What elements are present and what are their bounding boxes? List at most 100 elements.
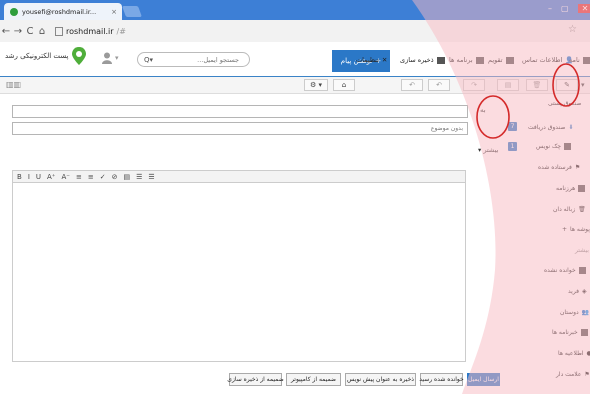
- sidebar-item-alerts[interactable]: اطلاعیه ها ●: [558, 350, 590, 357]
- bold-button[interactable]: B: [17, 173, 22, 181]
- trash-icon: 🗑: [578, 206, 586, 213]
- nav-storage[interactable]: ذخیره سازی: [400, 56, 445, 64]
- subject-field[interactable]: [12, 122, 468, 135]
- logo[interactable]: پست الکترونیکی رشد: [5, 47, 86, 65]
- search-icon[interactable]: Q▾: [144, 56, 153, 64]
- friends-icon: 👥: [581, 309, 590, 316]
- close-window-icon[interactable]: ✕: [577, 4, 590, 13]
- message-body-editor[interactable]: [12, 183, 466, 362]
- save-draft-button[interactable]: ذخیره به عنوان پیش نویس: [345, 373, 416, 386]
- inbox-icon: ⬇: [568, 124, 574, 131]
- sidebar-tagged-label: علامت دار: [556, 371, 582, 378]
- alert-icon: ●: [586, 350, 590, 357]
- browser-tab[interactable]: yousefi@roshdmail.ir... ×: [4, 3, 122, 20]
- sidebar-item-drafts[interactable]: چک نویس: [536, 143, 572, 150]
- unread-icon: [578, 267, 586, 274]
- reply-button[interactable]: ↶: [401, 79, 423, 91]
- calendar-icon: [505, 56, 514, 64]
- forward-arrow-icon[interactable]: →: [12, 26, 24, 37]
- user-menu[interactable]: ▾: [102, 52, 119, 64]
- user-avatar-icon: [102, 52, 112, 64]
- sidebar-item-tagged[interactable]: علامت دار ⚑: [556, 371, 590, 378]
- sidebar-item-friends[interactable]: دوستان 👥: [560, 309, 589, 316]
- sidebar-alerts-label: اطلاعیه ها: [558, 350, 584, 357]
- sidebar-inbox-label: صندوق دریافت: [528, 124, 566, 131]
- align-right-button[interactable]: ≡: [88, 173, 94, 181]
- sidebar-item-spam[interactable]: هرزنامه: [556, 185, 586, 192]
- sidebar-more[interactable]: بیشتر: [575, 247, 589, 254]
- home-view-button[interactable]: ⌂: [333, 79, 355, 91]
- attach-storage-button[interactable]: ضمیمه از ذخیره سازی: [227, 373, 284, 386]
- sidebar-item-flagged[interactable]: فرید ◈: [568, 288, 587, 295]
- to-input[interactable]: [13, 106, 467, 117]
- italic-button[interactable]: I: [28, 173, 30, 181]
- font-increase-button[interactable]: A⁺: [47, 173, 55, 181]
- sidebar-flagged-label: فرید: [568, 288, 579, 295]
- drafts-icon: [564, 143, 572, 150]
- programs-icon: [475, 56, 484, 64]
- numbered-list-button[interactable]: ☰: [148, 173, 154, 181]
- archive-button[interactable]: ▤: [497, 79, 519, 91]
- sidebar-friends-label: دوستان: [560, 309, 579, 316]
- tag-icon: ◈: [582, 288, 587, 295]
- url-hash: /#: [116, 26, 126, 36]
- add-folder-icon[interactable]: +: [562, 226, 567, 233]
- attach-computer-button[interactable]: ضمیمه از کامپیوتر: [286, 373, 341, 386]
- sidebar-item-unread[interactable]: خوانده نشده: [544, 267, 586, 274]
- nav-settings[interactable]: تنظیمات ✕: [356, 56, 387, 64]
- nav-programs-label: برنامه ها: [449, 56, 473, 64]
- forward-button[interactable]: ↷: [463, 79, 485, 91]
- read-receipt-button[interactable]: خوانده شده رسید: [419, 373, 464, 386]
- sidebar-item-newsletters[interactable]: خبرنامه ها: [552, 329, 588, 336]
- check-button[interactable]: ✓: [100, 173, 106, 181]
- reload-icon[interactable]: C: [24, 26, 36, 37]
- tab-close-icon[interactable]: ×: [111, 8, 117, 16]
- search-input[interactable]: [157, 54, 242, 65]
- spam-icon: [578, 185, 586, 192]
- chevron-down-icon: ▾: [115, 54, 119, 62]
- bookmark-star-icon[interactable]: ☆: [568, 24, 577, 35]
- layout-toggle-icon[interactable]: ▥▥: [6, 80, 21, 89]
- sidebar-item-folders[interactable]: + پوشه ها: [562, 226, 590, 233]
- maximize-icon[interactable]: ▢: [561, 4, 569, 13]
- nav-storage-label: ذخیره سازی: [400, 56, 434, 64]
- home-icon[interactable]: ⌂: [36, 26, 48, 37]
- sidebar-item-sent[interactable]: فرستاده شده ⚑: [538, 164, 580, 171]
- tab-title: yousefi@roshdmail.ir...: [22, 7, 97, 16]
- align-left-button[interactable]: ≡: [76, 173, 82, 181]
- image-button[interactable]: ▤: [123, 173, 130, 181]
- reply-all-button[interactable]: ↶: [428, 79, 450, 91]
- sidebar-newsletters-label: خبرنامه ها: [552, 329, 578, 336]
- to-field[interactable]: [12, 105, 468, 118]
- sent-icon: ⚑: [574, 164, 581, 171]
- back-arrow-icon[interactable]: ←: [0, 26, 12, 37]
- compose-pencil-button[interactable]: ✎: [556, 79, 578, 91]
- options-gear-button[interactable]: ⚙ ▾: [304, 79, 328, 91]
- nav-programs[interactable]: برنامه ها: [449, 56, 484, 64]
- nav-contacts-label: اطلاعات تماس: [522, 56, 563, 64]
- sidebar-item-inbox[interactable]: صندوق دریافت ⬇: [528, 124, 573, 131]
- subject-input[interactable]: [13, 123, 467, 134]
- address-bar[interactable]: roshdmail.ir/#: [55, 24, 555, 38]
- delete-button[interactable]: 🗑: [526, 79, 548, 91]
- more-options-toggle[interactable]: ▾ بیشتر: [478, 146, 498, 154]
- site-favicon-icon: [10, 7, 18, 16]
- nav-calendar[interactable]: تقویم: [488, 56, 514, 64]
- link-button[interactable]: ⊘: [112, 173, 118, 181]
- collapse-chevron-icon[interactable]: ▾: [581, 81, 585, 89]
- nav-contacts[interactable]: اطلاعات تماس 👤: [522, 56, 573, 64]
- nav-mail[interactable]: نامه: [569, 56, 590, 64]
- sidebar-item-trash[interactable]: زباله دان 🗑: [553, 206, 586, 213]
- minimize-icon[interactable]: –: [548, 4, 552, 13]
- nav-calendar-label: تقویم: [488, 56, 503, 64]
- more-label: بیشتر: [483, 146, 499, 154]
- sidebar-spam-label: هرزنامه: [556, 185, 576, 192]
- send-email-button[interactable]: ارسال ایمیل: [467, 373, 500, 386]
- search-box[interactable]: Q▾: [137, 52, 250, 67]
- editor-toolbar: B I U A⁺ A⁻ ≡ ≡ ✓ ⊘ ▤ ☰ ☰: [12, 170, 466, 183]
- nav-settings-label: تنظیمات: [356, 56, 379, 64]
- font-decrease-button[interactable]: A⁻: [62, 173, 70, 181]
- underline-button[interactable]: U: [36, 173, 41, 181]
- page-icon: [55, 26, 63, 36]
- bullet-list-button[interactable]: ☰: [136, 173, 142, 181]
